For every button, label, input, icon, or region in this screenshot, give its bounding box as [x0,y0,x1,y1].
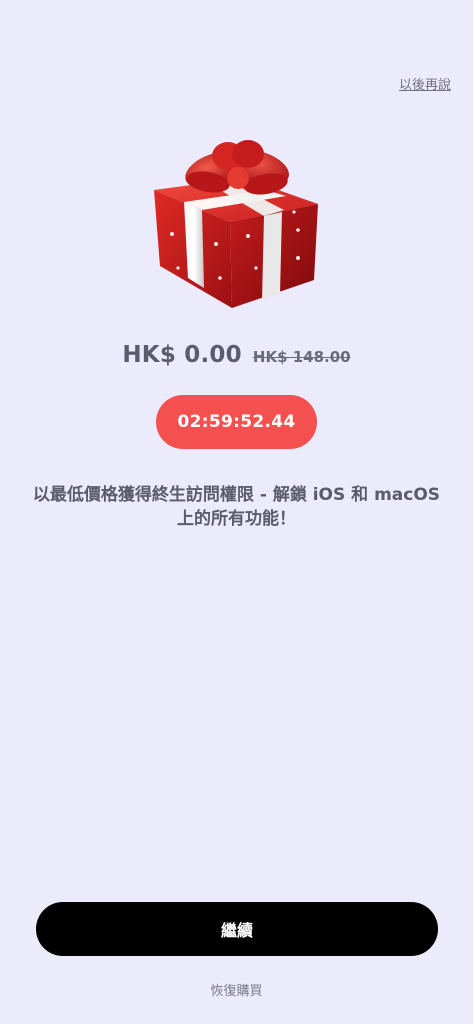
price-row: HK$ 0.00 HK$ 148.00 [0,342,473,368]
current-price: HK$ 0.00 [122,342,242,368]
countdown-timer: 02:59:52.44 [156,395,317,449]
continue-button[interactable]: 繼續 [36,902,438,956]
restore-purchases-link[interactable]: 恢復購買 [0,980,473,999]
offer-description-line-1: 以最低價格獲得終生訪問權限 - 解鎖 iOS 和 macOS [32,485,441,505]
offer-description-line-2: 上的所有功能！ [177,509,296,529]
maybe-later-link[interactable]: 以後再說 [399,74,451,93]
original-price: HK$ 148.00 [252,348,351,366]
offer-description: 以最低價格獲得終生訪問權限 - 解鎖 iOS 和 macOS 上的所有功能！ [16,483,457,531]
gift-box-icon [154,140,318,308]
